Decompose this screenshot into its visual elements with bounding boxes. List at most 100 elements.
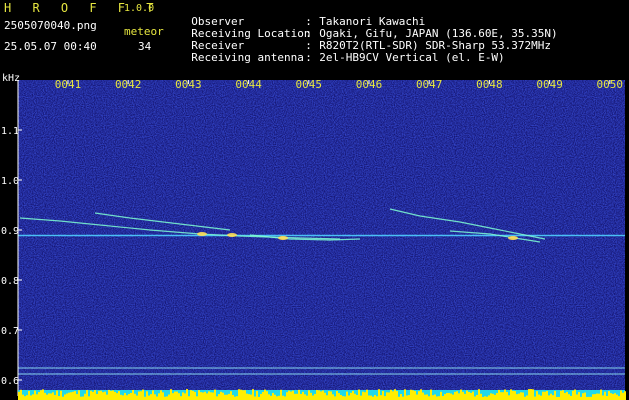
- intensity-bar-segment: [50, 393, 52, 400]
- intensity-bar-segment: [554, 390, 556, 400]
- intensity-bar-segment: [270, 395, 272, 400]
- intensity-bar-segment: [362, 391, 364, 400]
- intensity-bar-segment: [436, 396, 438, 400]
- intensity-bar-segment: [226, 394, 228, 400]
- intensity-bar-segment: [122, 395, 124, 400]
- intensity-bar-segment: [484, 396, 486, 400]
- intensity-bar-segment: [178, 393, 180, 400]
- intensity-bar-segment: [450, 393, 452, 400]
- intensity-bar-segment: [206, 393, 208, 400]
- intensity-bar-segment: [268, 394, 270, 400]
- intensity-bar-segment: [244, 390, 246, 400]
- intensity-bar-segment: [498, 389, 500, 400]
- intensity-bar-segment: [522, 392, 524, 400]
- intensity-bar-segment: [186, 389, 188, 400]
- frequency-unit-label: kHz: [2, 73, 21, 84]
- intensity-bar-segment: [530, 389, 532, 400]
- intensity-bar-segment: [388, 392, 390, 400]
- intensity-bar-segment: [392, 391, 394, 400]
- intensity-bar-segment: [550, 393, 552, 400]
- intensity-bar-segment: [170, 389, 172, 400]
- intensity-bar-segment: [438, 396, 440, 400]
- intensity-bar-segment: [98, 390, 100, 400]
- intensity-bar-segment: [118, 391, 120, 400]
- intensity-bar-segment: [470, 392, 472, 400]
- intensity-bar-segment: [592, 394, 594, 400]
- time-tick-label: 0042: [115, 78, 142, 91]
- intensity-bar-segment: [562, 390, 564, 400]
- intensity-bar-segment: [64, 394, 66, 400]
- intensity-bar-segment: [424, 394, 426, 400]
- intensity-bar-segment: [494, 394, 496, 400]
- freq-tick-label: 0.9: [1, 226, 19, 237]
- intensity-bar-segment: [18, 391, 20, 400]
- intensity-bar-segment: [622, 392, 624, 400]
- intensity-bar-segment: [174, 391, 176, 400]
- intensity-bar-segment: [352, 390, 354, 400]
- intensity-bar-segment: [318, 390, 320, 400]
- intensity-bar-segment: [564, 392, 566, 400]
- intensity-bar-segment: [464, 393, 466, 400]
- intensity-bar-segment: [48, 393, 50, 400]
- intensity-bar-segment: [334, 396, 336, 400]
- intensity-bar-segment: [72, 391, 74, 400]
- intensity-bar-segment: [480, 393, 482, 400]
- intensity-bar-segment: [286, 392, 288, 400]
- intensity-bar-segment: [618, 396, 620, 400]
- intensity-bar-segment: [512, 390, 514, 400]
- intensity-bar-segment: [100, 390, 102, 400]
- intensity-bar-segment: [236, 396, 238, 400]
- intensity-bar-segment: [326, 395, 328, 400]
- intensity-bar-segment: [92, 391, 94, 400]
- intensity-bar-segment: [514, 391, 516, 400]
- intensity-bar-segment: [42, 389, 44, 400]
- intensity-bar-segment: [218, 394, 220, 400]
- intensity-bar-segment: [330, 391, 332, 400]
- intensity-bar-segment: [158, 393, 160, 400]
- intensity-bar-segment: [596, 393, 598, 400]
- intensity-bar-segment: [576, 394, 578, 400]
- intensity-bar-segment: [38, 392, 40, 400]
- intensity-bar-segment: [228, 393, 230, 400]
- time-tick-label: 0049: [536, 78, 563, 91]
- intensity-bar-segment: [24, 396, 26, 400]
- intensity-bar-segment: [216, 396, 218, 400]
- intensity-bar-segment: [94, 390, 96, 400]
- intensity-bar-segment: [534, 396, 536, 400]
- intensity-bar-segment: [138, 391, 140, 400]
- intensity-bar-segment: [238, 389, 240, 400]
- intensity-bar-segment: [266, 391, 268, 400]
- intensity-bar-segment: [532, 389, 534, 400]
- intensity-bar-segment: [594, 394, 596, 400]
- intensity-bar-segment: [192, 390, 194, 400]
- intensity-bar-segment: [106, 394, 108, 400]
- freq-tick-label: 0.6: [1, 376, 19, 387]
- intensity-bar-segment: [456, 391, 458, 400]
- intensity-bar-segment: [342, 396, 344, 400]
- intensity-bar-segment: [68, 392, 70, 400]
- intensity-bar-segment: [416, 394, 418, 400]
- intensity-bar-segment: [472, 391, 474, 400]
- intensity-bar-segment: [610, 393, 612, 400]
- intensity-bar-segment: [476, 395, 478, 400]
- intensity-bar-segment: [406, 395, 408, 400]
- intensity-bar-segment: [458, 393, 460, 400]
- intensity-bar-segment: [624, 391, 626, 400]
- intensity-bar-segment: [30, 395, 32, 400]
- intensity-bar-segment: [76, 394, 78, 400]
- intensity-bar-segment: [60, 390, 62, 400]
- intensity-bar-segment: [306, 395, 308, 400]
- intensity-bar-segment: [22, 394, 24, 400]
- intensity-bar-segment: [260, 393, 262, 400]
- intensity-bar-segment: [552, 395, 554, 400]
- intensity-bar-segment: [282, 395, 284, 400]
- intensity-bar-segment: [90, 390, 92, 400]
- intensity-bar-segment: [308, 390, 310, 400]
- intensity-bar-segment: [508, 395, 510, 400]
- intensity-bar-segment: [344, 396, 346, 400]
- intensity-bar-segment: [364, 392, 366, 400]
- intensity-bar-segment: [194, 391, 196, 400]
- intensity-bar-segment: [374, 395, 376, 400]
- intensity-bar-segment: [250, 394, 252, 400]
- intensity-bar-segment: [446, 392, 448, 400]
